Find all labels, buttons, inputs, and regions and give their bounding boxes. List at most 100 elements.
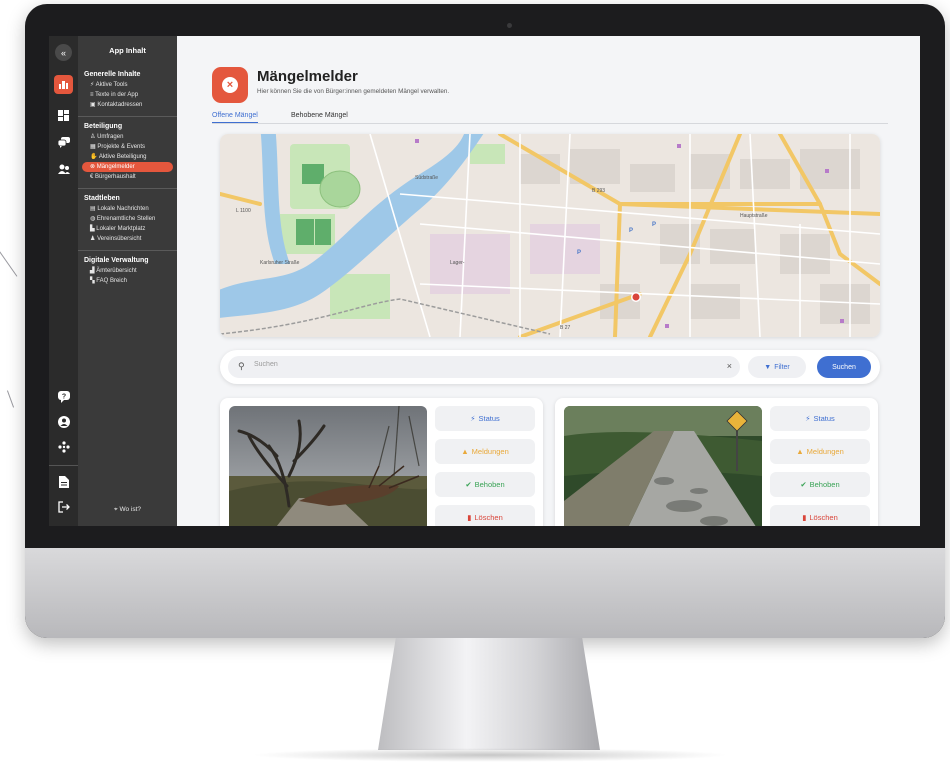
- sidebar-item-aktive-tools[interactable]: ⚡ Aktive Tools: [82, 80, 173, 90]
- page-title: Mängelmelder: [257, 68, 358, 85]
- loeschen-button[interactable]: ▮ Löschen: [770, 505, 870, 526]
- network-icon[interactable]: [54, 437, 73, 456]
- document-icon[interactable]: [54, 472, 73, 491]
- section-heading: Generelle Inhalte: [84, 71, 141, 78]
- sidebar-section-stadtleben: Stadtleben ▤ Lokale Nachrichten ◍ Ehrena…: [78, 195, 177, 251]
- sidebar: App Inhalt Generelle Inhalte ⚡ Aktive To…: [78, 36, 177, 526]
- status-button[interactable]: ⚡ Status: [770, 406, 870, 431]
- sidebar-item-marktplatz[interactable]: ▙ Lokaler Marktplatz: [82, 224, 173, 234]
- svg-text:?: ?: [61, 393, 65, 400]
- svg-text:P: P: [652, 222, 656, 228]
- tab-behobene-maengel[interactable]: Behobene Mängel: [291, 112, 348, 122]
- shop-icon: ▙: [90, 226, 95, 232]
- sidebar-item-buergerhaushalt[interactable]: € Bürgerhaushalt: [82, 172, 173, 182]
- sidebar-item-umfragen[interactable]: ♙ Umfragen: [82, 132, 173, 142]
- tab-offene-maengel[interactable]: Offene Mängel: [212, 112, 258, 123]
- handshake-icon: ◍: [90, 216, 96, 222]
- main-content: × Mängelmelder Hier können Sie die von B…: [177, 36, 920, 526]
- search-bar: ⚲ × ▼ Filter Suchen: [220, 350, 880, 384]
- bolt-icon: ⚡: [90, 82, 95, 88]
- monitor-stand: [378, 638, 600, 750]
- collapse-icon[interactable]: «: [55, 44, 72, 61]
- map-label: L 1100: [236, 208, 251, 214]
- trash-icon: ▮: [802, 513, 807, 522]
- close-circle-icon: ×: [222, 77, 238, 93]
- stand-shadow: [250, 748, 730, 762]
- report-photo-damaged-road[interactable]: [564, 406, 762, 526]
- map-label: Karlsruher Straße: [260, 260, 300, 266]
- sidebar-item-maengelmelder[interactable]: ⊗ Mängelmelder: [82, 162, 173, 172]
- behoben-button[interactable]: ✔ Behoben: [770, 472, 870, 497]
- sidebar-footer-wo-ist[interactable]: ⌖ Wo ist?: [78, 506, 177, 514]
- bolt-icon: ⚡: [470, 414, 476, 423]
- tab-bar: Offene Mängel Behobene Mängel: [212, 112, 888, 124]
- sidebar-title: App Inhalt: [109, 46, 146, 55]
- card-actions: ⚡ Status ▲ Meldungen ✔ Behoben ▮ Löschen: [770, 406, 870, 526]
- sidebar-item-aktive-beteiligung[interactable]: ✋ Aktive Beteiligung: [82, 152, 173, 162]
- meldungen-button[interactable]: ▲ Meldungen: [435, 439, 535, 464]
- decorative-line: [0, 243, 18, 277]
- sidebar-item-vereine[interactable]: ♟ Vereinsübersicht: [82, 234, 173, 244]
- sidebar-item-nachrichten[interactable]: ▤ Lokale Nachrichten: [82, 204, 173, 214]
- map-pin-icon: ⌖: [113, 506, 118, 513]
- status-button[interactable]: ⚡ Status: [435, 406, 535, 431]
- building-icon: ▟: [90, 268, 95, 274]
- map-marker[interactable]: [631, 292, 641, 302]
- sidebar-section-digitale-verwaltung: Digitale Verwaltung ▟ Ämterübersicht ▚ F…: [78, 257, 177, 292]
- group-icon: ♟: [90, 236, 96, 242]
- contact-icon: ▣: [90, 102, 96, 108]
- page-icon: ×: [212, 67, 248, 103]
- map-label: Lager-: [450, 260, 465, 266]
- map[interactable]: L 1100 B 293 Südstraße Lager- Hauptstraß…: [220, 134, 880, 337]
- sidebar-item-projekte[interactable]: ▦ Projekte & Events: [82, 142, 173, 152]
- bolt-icon: ⚡: [805, 414, 811, 423]
- card-actions: ⚡ Status ▲ Meldungen ✔ Behoben ▮ Löschen: [435, 406, 535, 526]
- sidebar-item-texte[interactable]: ≡ Texte in der App: [82, 90, 173, 100]
- account-icon[interactable]: [54, 412, 73, 431]
- search-button[interactable]: Suchen: [817, 356, 871, 378]
- icon-bar: « ?: [49, 36, 78, 526]
- filter-button[interactable]: ▼ Filter: [748, 356, 806, 378]
- sidebar-section-beteiligung: Beteiligung ♙ Umfragen ▦ Projekte & Even…: [78, 123, 177, 189]
- sidebar-item-aemter[interactable]: ▟ Ämterübersicht: [82, 266, 173, 276]
- report-photo-fallen-tree[interactable]: [229, 406, 427, 526]
- meldungen-button[interactable]: ▲ Meldungen: [770, 439, 870, 464]
- page-subtitle: Hier können Sie die von Bürger:innen gem…: [257, 88, 450, 95]
- alert-icon: ⊗: [90, 164, 96, 170]
- map-label: B 27: [560, 325, 571, 331]
- warning-icon: ▲: [796, 447, 804, 456]
- calendar-icon: ▦: [90, 144, 96, 150]
- funnel-icon: ▼: [764, 363, 772, 371]
- users-icon[interactable]: [54, 160, 73, 179]
- search-icon: ⚲: [238, 361, 245, 371]
- search-input[interactable]: [254, 361, 694, 368]
- logout-icon[interactable]: [54, 497, 73, 516]
- camera: [507, 23, 512, 28]
- sidebar-item-kontaktadressen[interactable]: ▣ Kontaktadressen: [82, 100, 173, 110]
- sidebar-item-ehrenamt[interactable]: ◍ Ehrenamtliche Stellen: [82, 214, 173, 224]
- city-icon[interactable]: [54, 75, 73, 94]
- section-heading: Digitale Verwaltung: [84, 257, 149, 264]
- section-heading: Beteiligung: [84, 123, 123, 130]
- check-circle-icon: ✔: [465, 480, 472, 489]
- close-icon[interactable]: ×: [727, 361, 732, 371]
- svg-text:P: P: [629, 228, 633, 234]
- sidebar-item-faq[interactable]: ▚ FAQ Breich: [82, 276, 173, 286]
- help-chat-icon[interactable]: ?: [54, 387, 73, 406]
- dashboard-icon[interactable]: [54, 106, 73, 125]
- section-heading: Stadtleben: [84, 195, 120, 202]
- loeschen-button[interactable]: ▮ Löschen: [435, 505, 535, 526]
- check-circle-icon: ✔: [800, 480, 807, 489]
- news-icon: ▤: [90, 206, 96, 212]
- svg-text:P: P: [577, 250, 581, 256]
- chat-icon[interactable]: [54, 133, 73, 152]
- map-label: Südstraße: [415, 175, 438, 181]
- behoben-button[interactable]: ✔ Behoben: [435, 472, 535, 497]
- hand-icon: ✋: [90, 154, 98, 160]
- map-canvas: L 1100 B 293 Südstraße Lager- Hauptstraß…: [220, 134, 880, 337]
- warning-icon: ▲: [461, 447, 469, 456]
- faq-icon: ▚: [90, 278, 95, 284]
- monitor-chin: [25, 548, 945, 638]
- report-card: ⚡ Status ▲ Meldungen ✔ Behoben ▮ Löschen: [555, 398, 878, 526]
- sidebar-section-generelle-inhalte: Generelle Inhalte ⚡ Aktive Tools ≡ Texte…: [78, 71, 177, 117]
